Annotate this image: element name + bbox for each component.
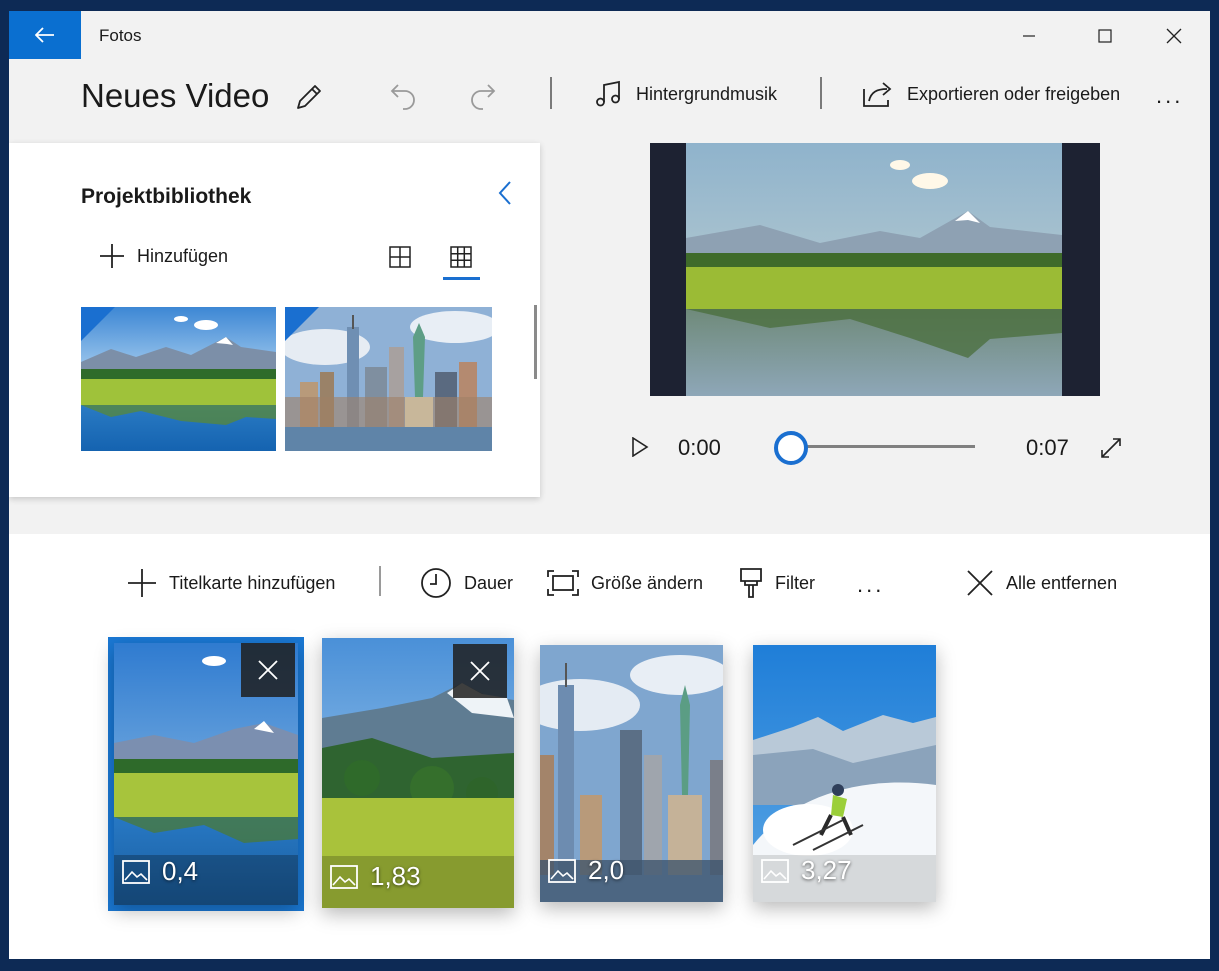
close-button[interactable]	[1157, 19, 1191, 53]
play-icon	[632, 437, 649, 457]
undo-icon	[390, 84, 415, 110]
duration-button[interactable]: Dauer	[420, 568, 513, 598]
resize-label: Größe ändern	[591, 572, 704, 593]
paint-brush-icon	[740, 568, 762, 598]
back-button[interactable]	[9, 11, 81, 59]
add-media-label: Hinzufügen	[137, 245, 229, 266]
storyboard-clip-4[interactable]: 3,27	[753, 645, 936, 902]
seek-thumb[interactable]	[774, 431, 808, 465]
storyboard-clip-2[interactable]: 1,83	[322, 638, 514, 908]
chevron-left-icon	[498, 181, 511, 205]
maximize-icon	[1098, 29, 1112, 43]
toolbar-separator	[820, 77, 822, 109]
share-icon	[863, 82, 892, 107]
image-icon	[761, 858, 789, 883]
clip-duration-badge: 3,27	[761, 855, 852, 886]
video-preview[interactable]	[650, 143, 1100, 396]
small-grid-view-button[interactable]	[448, 244, 474, 270]
storyboard-separator	[379, 566, 381, 596]
arrow-left-icon	[35, 27, 54, 43]
clip-duration-badge: 0,4	[122, 856, 198, 887]
add-media-button[interactable]: Hinzufügen	[99, 243, 228, 269]
redo-button[interactable]	[465, 79, 499, 113]
remove-all-label: Alle entfernen	[1006, 572, 1118, 593]
redo-icon	[471, 84, 496, 110]
library-title: Projektbibliothek	[81, 185, 252, 208]
clock-icon	[421, 568, 451, 598]
selection-corner	[81, 307, 115, 341]
close-icon	[470, 661, 490, 681]
clip-duration: 2,0	[588, 855, 625, 885]
storyboard: Titelkarte hinzufügen Dauer Größe ändern…	[9, 534, 1210, 959]
grid-large-icon	[389, 246, 411, 268]
image-icon	[122, 859, 150, 884]
storyboard-more-button[interactable]: ...	[857, 570, 884, 600]
resize-button[interactable]: Größe ändern	[547, 568, 703, 598]
large-grid-view-button[interactable]	[387, 244, 413, 270]
preview-alpine-lake-image	[686, 143, 1062, 396]
background-music-button[interactable]: Hintergrundmusik	[594, 79, 777, 109]
clip-duration: 3,27	[801, 855, 852, 885]
rename-button[interactable]	[291, 79, 327, 115]
grid-small-icon	[450, 246, 472, 268]
background-music-label: Hintergrundmusik	[636, 83, 778, 104]
clip-duration-badge: 2,0	[548, 855, 624, 886]
close-icon	[1166, 28, 1182, 44]
undo-button[interactable]	[387, 79, 421, 113]
clip-remove-button[interactable]	[241, 643, 295, 697]
plus-icon	[128, 569, 156, 597]
maximize-button[interactable]	[1088, 19, 1122, 53]
export-label: Exportieren oder freigeben	[907, 83, 1121, 104]
library-scrollbar[interactable]	[534, 305, 537, 379]
collapse-library-button[interactable]	[491, 179, 519, 207]
toolbar-separator	[550, 77, 552, 109]
pencil-icon	[297, 85, 321, 109]
current-time: 0:00	[678, 435, 721, 460]
remove-all-button[interactable]: Alle entfernen	[966, 568, 1117, 598]
seek-bar[interactable]	[789, 445, 975, 448]
project-library-panel: Projektbibliothek Hinzufügen	[9, 143, 540, 497]
photos-window: Fotos Neues Video Hintergrundmusik Expor…	[9, 11, 1210, 959]
minimize-button[interactable]	[1012, 19, 1046, 53]
selection-corner	[285, 307, 319, 341]
minimize-icon	[1023, 35, 1035, 37]
storyboard-clip-1[interactable]: 0,4	[114, 643, 298, 905]
close-icon	[967, 570, 993, 596]
project-title: Neues Video	[81, 77, 270, 114]
expand-icon	[1101, 438, 1121, 458]
app-title: Fotos	[99, 26, 142, 45]
filter-button[interactable]: Filter	[739, 568, 815, 598]
add-title-card-label: Titelkarte hinzufügen	[169, 572, 336, 593]
view-selected-indicator	[443, 277, 480, 280]
more-options-button[interactable]: ...	[1156, 81, 1183, 111]
music-note-icon	[596, 80, 620, 107]
duration-label: Dauer	[464, 572, 514, 593]
clip-duration: 0,4	[162, 856, 199, 886]
library-thumbnail-alpine-lake[interactable]	[81, 307, 276, 451]
library-thumbnail-new-york[interactable]	[285, 307, 492, 451]
image-icon	[330, 864, 358, 889]
play-button[interactable]	[629, 435, 651, 459]
add-title-card-button[interactable]: Titelkarte hinzufügen	[127, 568, 335, 598]
plus-icon	[100, 244, 124, 268]
title-bar: Fotos	[9, 11, 1210, 59]
storyboard-clip-3[interactable]: 2,0	[540, 645, 723, 902]
close-icon	[258, 660, 278, 680]
clip-remove-button[interactable]	[453, 644, 507, 698]
total-time: 0:07	[1026, 435, 1069, 460]
clip-duration: 1,83	[370, 861, 421, 891]
export-button[interactable]: Exportieren oder freigeben	[861, 79, 1120, 109]
clip-duration-badge: 1,83	[330, 861, 421, 892]
filter-label: Filter	[775, 572, 815, 593]
resize-icon	[547, 570, 579, 596]
image-icon	[548, 858, 576, 883]
fullscreen-button[interactable]	[1098, 435, 1124, 461]
